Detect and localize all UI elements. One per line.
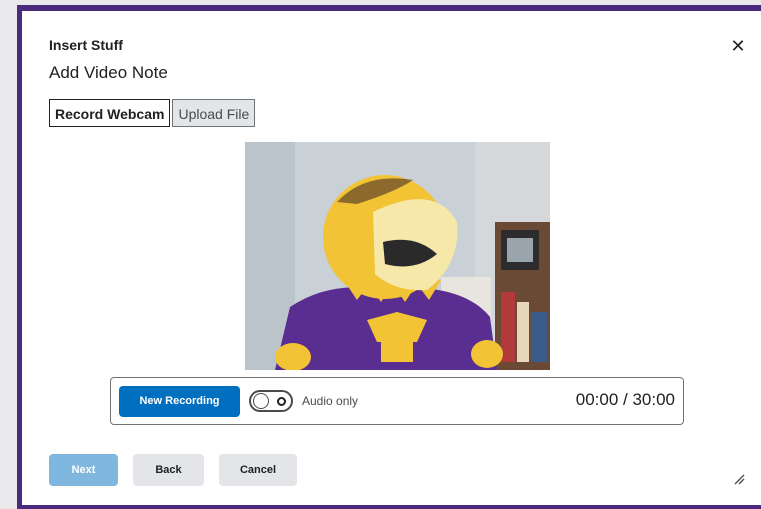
- source-tabs: Record Webcam Upload File: [49, 99, 256, 127]
- page-title: Add Video Note: [49, 63, 168, 82]
- recording-controls: New Recording Audio only 00:00 / 30:00: [110, 377, 684, 425]
- webcam-preview: [245, 142, 550, 370]
- audio-only-label: Audio only: [302, 394, 359, 408]
- close-button[interactable]: ✕: [728, 36, 748, 56]
- cancel-button[interactable]: Cancel: [219, 454, 297, 486]
- back-button[interactable]: Back: [133, 454, 204, 486]
- toggle-on-indicator-icon: [277, 397, 286, 406]
- resize-grip-icon[interactable]: [733, 473, 745, 485]
- tab-record-webcam[interactable]: Record Webcam: [49, 99, 171, 127]
- toggle-knob: [253, 393, 269, 409]
- close-icon: ✕: [730, 36, 746, 56]
- dialog-title: Insert Stuff: [49, 37, 123, 53]
- insert-stuff-dialog: Insert Stuff ✕ Add Video Note Record Web…: [22, 11, 761, 505]
- next-button[interactable]: Next: [49, 454, 118, 486]
- webcam-preview-image: [245, 142, 550, 370]
- recording-timer: 00:00 / 30:00: [575, 390, 675, 409]
- audio-only-toggle[interactable]: [249, 390, 293, 412]
- new-recording-button[interactable]: New Recording: [119, 386, 240, 417]
- tab-upload-file[interactable]: Upload File: [172, 99, 256, 127]
